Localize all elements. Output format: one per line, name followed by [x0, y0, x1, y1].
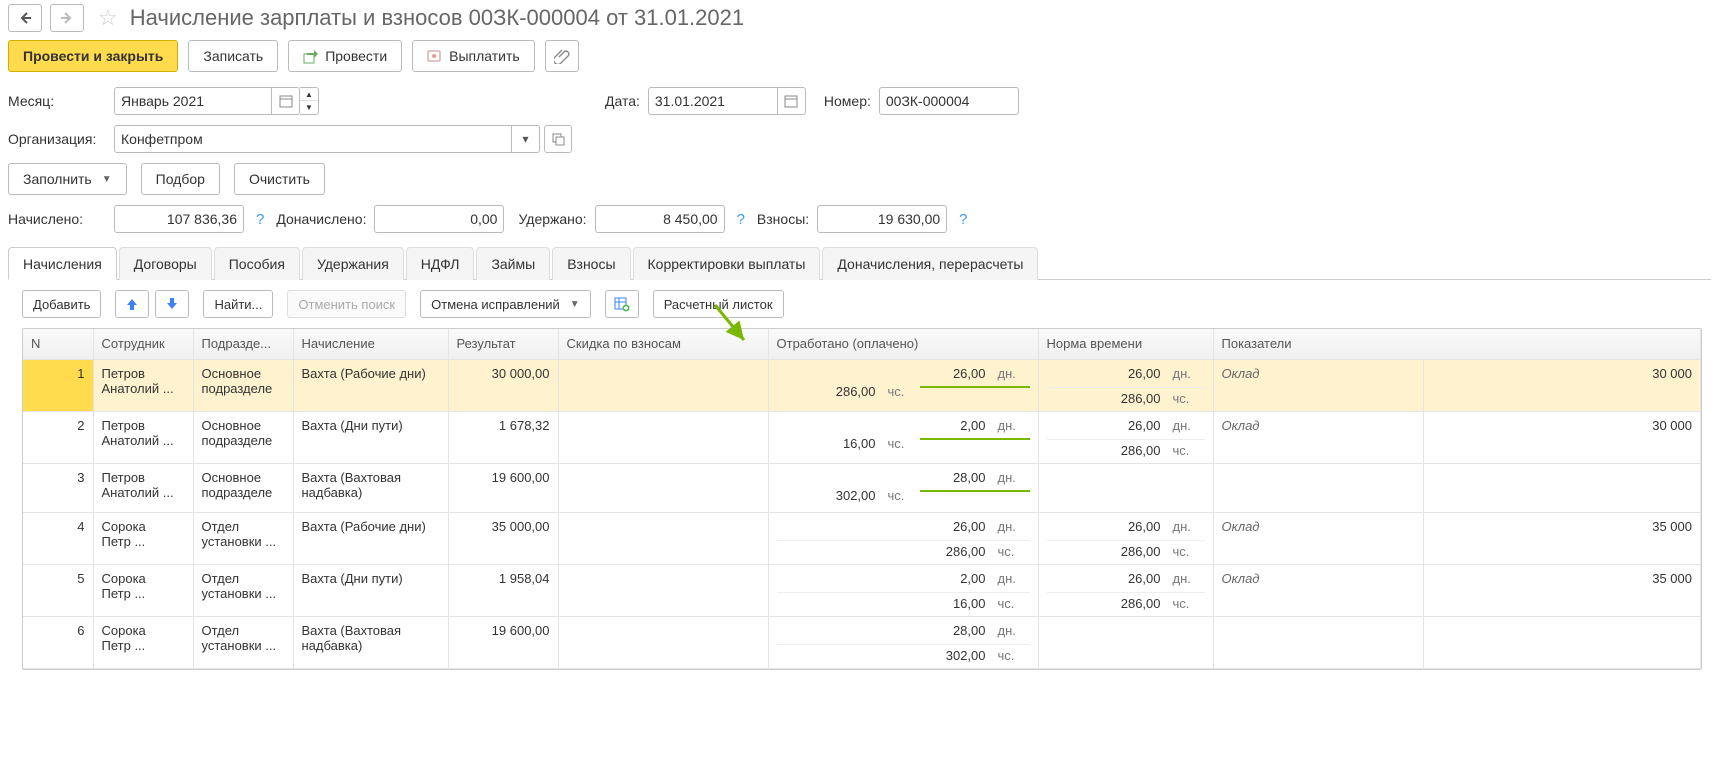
- contrib-field[interactable]: [817, 205, 947, 233]
- withheld-field[interactable]: [595, 205, 725, 233]
- date-field[interactable]: [648, 87, 778, 115]
- number-label: Номер:: [824, 93, 871, 109]
- calendar-icon: [278, 93, 294, 109]
- cancel-find-button: Отменить поиск: [287, 290, 406, 318]
- attach-button[interactable]: [545, 40, 579, 72]
- tab-5[interactable]: Займы: [476, 247, 550, 280]
- tabs-bar: НачисленияДоговорыПособияУдержанияНДФЛЗа…: [8, 246, 1711, 280]
- page-title: Начисление зарплаты и взносов 00ЗК-00000…: [130, 5, 744, 31]
- date-calendar-button[interactable]: [778, 87, 806, 115]
- month-calendar-button[interactable]: [272, 87, 300, 115]
- tab-6[interactable]: Взносы: [552, 247, 630, 280]
- table-plus-icon: [614, 296, 630, 312]
- add-row-button[interactable]: Добавить: [22, 290, 101, 318]
- arrow-left-icon: [17, 10, 33, 26]
- col-employee[interactable]: Сотрудник: [93, 329, 193, 359]
- chevron-down-icon: ▼: [570, 299, 580, 310]
- tab-8[interactable]: Доначисления, перерасчеты: [822, 247, 1038, 280]
- tab-1[interactable]: Договоры: [119, 247, 212, 280]
- col-n[interactable]: N: [23, 329, 93, 359]
- withheld-help-icon[interactable]: ?: [737, 211, 745, 228]
- col-worked[interactable]: Отработано (оплачено): [768, 329, 1038, 359]
- number-field[interactable]: [879, 87, 1019, 115]
- col-result[interactable]: Результат: [448, 329, 558, 359]
- table-row[interactable]: 3ПетровАнатолий ...ОсновноеподразделеВах…: [23, 463, 1701, 512]
- table-row[interactable]: 1ПетровАнатолий ...ОсновноеподразделеВах…: [23, 359, 1701, 411]
- tab-7[interactable]: Корректировки выплаты: [633, 247, 821, 280]
- table-row[interactable]: 6СорокаПетр ...Отделустановки ...Вахта (…: [23, 616, 1701, 668]
- run-button[interactable]: Провести: [288, 40, 402, 72]
- show-details-button[interactable]: [605, 290, 639, 318]
- col-department[interactable]: Подразде...: [193, 329, 293, 359]
- favorite-star-icon[interactable]: ☆: [98, 5, 118, 31]
- accruals-table[interactable]: N Сотрудник Подразде... Начисление Резул…: [22, 328, 1702, 670]
- run-and-close-button[interactable]: Провести и закрыть: [8, 40, 178, 72]
- table-row[interactable]: 4СорокаПетр ...Отделустановки ...Вахта (…: [23, 512, 1701, 564]
- calendar-icon: [783, 93, 799, 109]
- withheld-label: Удержано:: [518, 211, 586, 227]
- org-label: Организация:: [8, 131, 106, 147]
- undo-edits-button[interactable]: Отмена исправлений▼: [420, 290, 591, 318]
- col-indicators[interactable]: Показатели: [1213, 329, 1701, 359]
- chevron-down-icon: ▼: [102, 174, 112, 185]
- pick-button[interactable]: Подбор: [141, 163, 220, 195]
- accrued-label: Начислено:: [8, 211, 106, 227]
- extra-accrued-field[interactable]: [374, 205, 504, 233]
- table-row[interactable]: 2ПетровАнатолий ...ОсновноеподразделеВах…: [23, 411, 1701, 463]
- month-stepper[interactable]: ▲▼: [300, 87, 319, 115]
- tab-4[interactable]: НДФЛ: [406, 247, 475, 280]
- clear-button[interactable]: Очистить: [234, 163, 325, 195]
- contrib-label: Взносы:: [757, 211, 809, 227]
- extra-accrued-label: Доначислено:: [276, 211, 366, 227]
- col-norm[interactable]: Норма времени: [1038, 329, 1213, 359]
- accrued-field[interactable]: [114, 205, 244, 233]
- org-field[interactable]: [114, 125, 512, 153]
- nav-back-button[interactable]: [8, 4, 42, 32]
- payslip-button[interactable]: Расчетный листок: [653, 290, 784, 318]
- open-external-icon: [550, 131, 566, 147]
- col-accrual[interactable]: Начисление: [293, 329, 448, 359]
- date-label: Дата:: [605, 93, 640, 109]
- move-up-button[interactable]: [115, 290, 149, 318]
- nav-forward-button[interactable]: [50, 4, 84, 32]
- tab-2[interactable]: Пособия: [214, 247, 300, 280]
- arrow-up-icon: [124, 296, 140, 312]
- org-open-button[interactable]: [544, 125, 572, 153]
- arrow-down-icon: [164, 296, 180, 312]
- org-dropdown-button[interactable]: ▾: [512, 125, 540, 153]
- contrib-help-icon[interactable]: ?: [959, 211, 967, 228]
- pay-button[interactable]: Выплатить: [412, 40, 535, 72]
- paperclip-icon: [554, 48, 570, 64]
- month-label: Месяц:: [8, 93, 106, 109]
- find-button[interactable]: Найти...: [203, 290, 273, 318]
- tab-0[interactable]: Начисления: [8, 247, 117, 280]
- tab-3[interactable]: Удержания: [302, 247, 404, 280]
- arrow-right-icon: [59, 10, 75, 26]
- save-button[interactable]: Записать: [188, 40, 278, 72]
- run-icon: [303, 48, 319, 64]
- move-down-button[interactable]: [155, 290, 189, 318]
- table-row[interactable]: 5СорокаПетр ...Отделустановки ...Вахта (…: [23, 564, 1701, 616]
- col-discount[interactable]: Скидка по взносам: [558, 329, 768, 359]
- accrued-help-icon[interactable]: ?: [256, 211, 264, 228]
- month-field[interactable]: [114, 87, 272, 115]
- pay-icon: [427, 48, 443, 64]
- fill-button[interactable]: Заполнить▼: [8, 163, 127, 195]
